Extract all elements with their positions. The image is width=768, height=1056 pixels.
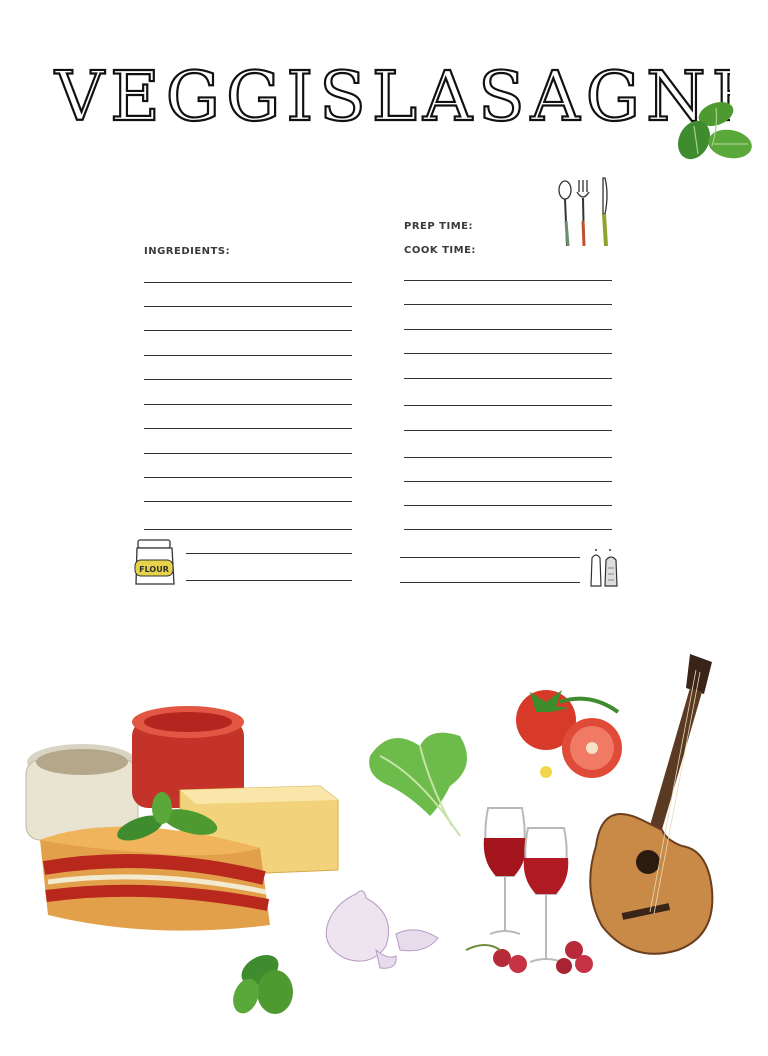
writing-line [404, 430, 612, 431]
writing-line [404, 505, 612, 506]
writing-line [144, 282, 352, 283]
writing-line [144, 428, 352, 429]
cutlery-icon [558, 177, 608, 247]
writing-line [404, 405, 612, 406]
salt-pepper-icon [590, 549, 618, 587]
writing-line [404, 353, 612, 354]
ingredients-label: INGREDIENTS: [144, 246, 231, 257]
flour-jar-text: FLOUR [139, 565, 169, 574]
writing-line [404, 304, 612, 305]
writing-line [404, 378, 612, 379]
writing-line [144, 529, 352, 530]
recipe-title: VEGGISLASAGNE [53, 57, 730, 138]
writing-line [144, 477, 352, 478]
basil-bottom-icon [233, 954, 293, 1014]
writing-line [404, 457, 612, 458]
writing-line [186, 553, 352, 554]
recipe-title-text: VEGGISLASAGNE [54, 58, 730, 137]
lasagna-icon [40, 826, 270, 931]
writing-line [144, 501, 352, 502]
writing-line [404, 329, 612, 330]
basil-leaves-icon [677, 101, 752, 160]
writing-line [404, 529, 612, 530]
writing-line [400, 557, 580, 558]
writing-line [144, 355, 352, 356]
cook-time-label: COOK TIME: [404, 245, 476, 256]
writing-line [404, 481, 612, 482]
writing-line [144, 330, 352, 331]
bechamel-jar-icon [25, 744, 139, 841]
writing-line [144, 404, 352, 405]
lasagna-illustration [25, 706, 339, 1014]
writing-line [144, 453, 352, 454]
writing-line [400, 582, 580, 583]
writing-line [404, 280, 612, 281]
guitar-icon [589, 654, 714, 955]
garlic-icon [325, 890, 439, 969]
writing-line [144, 306, 352, 307]
prep-time-label: PREP TIME: [404, 221, 473, 232]
writing-line [186, 580, 352, 581]
flour-jar-icon: FLOUR [134, 539, 175, 585]
writing-line [144, 379, 352, 380]
